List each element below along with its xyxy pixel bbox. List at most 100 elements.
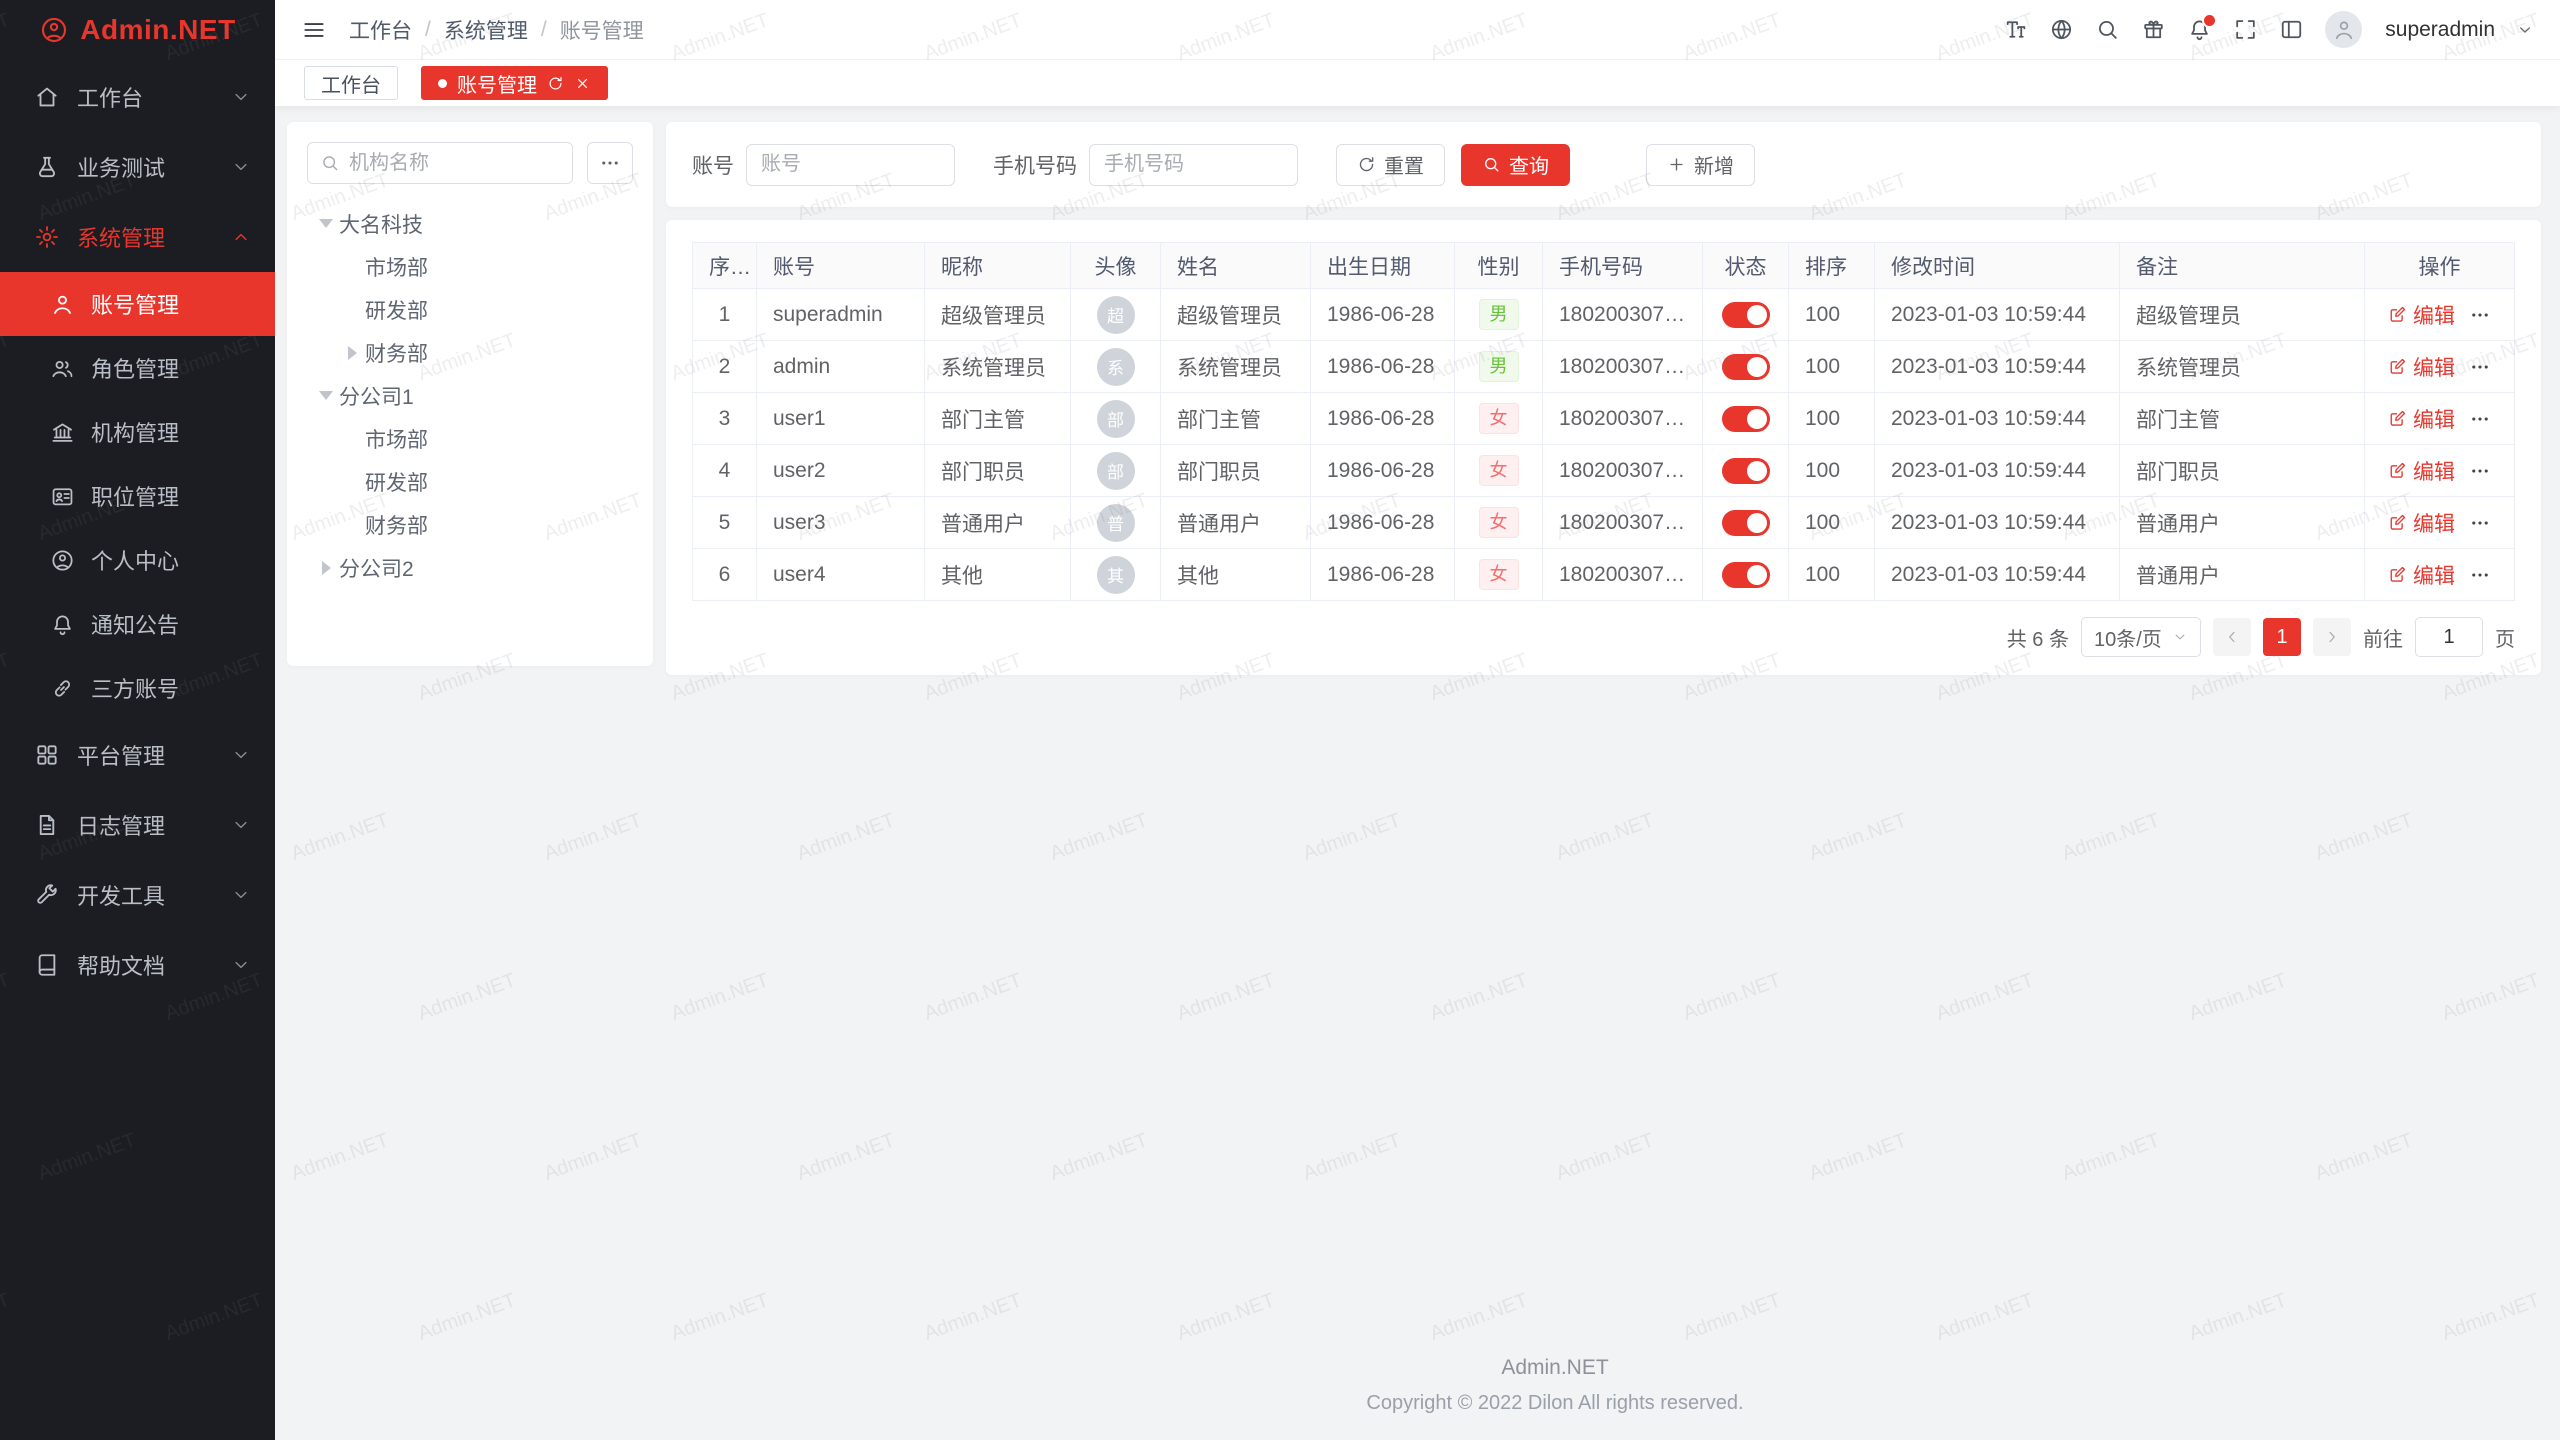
cell-status	[1703, 341, 1789, 393]
goto-label: 前往	[2363, 623, 2403, 652]
edit-button[interactable]: 编辑	[2388, 456, 2455, 486]
tree-node[interactable]: 研发部	[307, 288, 633, 331]
status-toggle[interactable]	[1722, 406, 1770, 432]
column-header: 状态	[1703, 243, 1789, 289]
more-actions-button[interactable]	[2469, 564, 2491, 586]
tree-node[interactable]: 财务部	[307, 331, 633, 374]
cell-name: 超级管理员	[1161, 289, 1311, 341]
org-search-input[interactable]	[349, 152, 560, 175]
tree-node[interactable]: 研发部	[307, 460, 633, 503]
tree-node[interactable]: 分公司1	[307, 374, 633, 417]
notification-bell-icon[interactable]	[2187, 17, 2212, 42]
status-toggle[interactable]	[1722, 510, 1770, 536]
table-row: 4user2部门职员部部门职员1986-06-28女18020030720100…	[693, 445, 2515, 497]
sidebar-item[interactable]: 日志管理	[0, 790, 275, 860]
search-button[interactable]: 查询	[1461, 144, 1570, 186]
sidebar-subitem[interactable]: 角色管理	[0, 336, 275, 400]
status-toggle[interactable]	[1722, 562, 1770, 588]
sidebar-item[interactable]: 平台管理	[0, 720, 275, 790]
add-button-label: 新增	[1694, 150, 1734, 179]
sidebar-subitem[interactable]: 通知公告	[0, 592, 275, 656]
edit-icon	[2388, 461, 2407, 480]
layout-settings-icon[interactable]	[2279, 17, 2304, 42]
tab[interactable]: 账号管理	[421, 66, 608, 100]
gear-icon	[34, 224, 60, 250]
tab[interactable]: 工作台	[304, 66, 398, 100]
add-button[interactable]: 新增	[1646, 144, 1755, 186]
cell-gender: 男	[1455, 341, 1543, 393]
caret-down-icon[interactable]	[313, 383, 339, 409]
sidebar-item[interactable]: 开发工具	[0, 860, 275, 930]
breadcrumb-item[interactable]: 工作台	[349, 15, 412, 45]
sidebar-subitem[interactable]: 机构管理	[0, 400, 275, 464]
reset-button[interactable]: 重置	[1336, 144, 1445, 186]
page-size-select[interactable]: 10条/页	[2081, 617, 2201, 657]
account-filter-input[interactable]	[746, 144, 955, 186]
goto-page-input[interactable]	[2415, 617, 2483, 657]
hamburger-menu-icon[interactable]	[301, 17, 327, 43]
tree-node[interactable]: 市场部	[307, 245, 633, 288]
refresh-icon	[1357, 155, 1376, 174]
tree-node[interactable]: 市场部	[307, 417, 633, 460]
tree-node[interactable]: 大名科技	[307, 202, 633, 245]
column-header: 修改时间	[1875, 243, 2120, 289]
more-actions-button[interactable]	[2469, 408, 2491, 430]
language-icon[interactable]	[2049, 17, 2074, 42]
cell-account: admin	[757, 341, 925, 393]
status-toggle[interactable]	[1722, 354, 1770, 380]
sidebar-subitem[interactable]: 个人中心	[0, 528, 275, 592]
tab-refresh-icon[interactable]	[547, 75, 564, 92]
sidebar-item[interactable]: 帮助文档	[0, 930, 275, 1000]
tab-label: 工作台	[321, 69, 381, 98]
sidebar-subitem[interactable]: 三方账号	[0, 656, 275, 720]
status-toggle[interactable]	[1722, 458, 1770, 484]
edit-button[interactable]: 编辑	[2388, 404, 2455, 434]
status-toggle[interactable]	[1722, 302, 1770, 328]
fullscreen-icon[interactable]	[2233, 17, 2258, 42]
user-chevron-down-icon[interactable]	[2516, 21, 2534, 39]
caret-right-icon[interactable]	[339, 340, 365, 366]
sidebar-item[interactable]: 系统管理	[0, 202, 275, 272]
sidebar-item-label: 工作台	[77, 81, 231, 113]
total-count: 共 6 条	[2007, 623, 2069, 652]
caret-right-icon[interactable]	[313, 555, 339, 581]
org-search-box	[307, 142, 573, 184]
sidebar-item[interactable]: 业务测试	[0, 132, 275, 202]
prev-page-button[interactable]	[2213, 618, 2251, 656]
phone-filter-input[interactable]	[1089, 144, 1298, 186]
tree-node[interactable]: 财务部	[307, 503, 633, 546]
account-filter-label: 账号	[692, 150, 734, 180]
column-header: 手机号码	[1543, 243, 1703, 289]
font-size-icon[interactable]	[2003, 17, 2028, 42]
caret-down-icon[interactable]	[313, 211, 339, 237]
tree-node[interactable]: 分公司2	[307, 546, 633, 589]
theme-icon[interactable]	[2141, 17, 2166, 42]
column-header: 账号	[757, 243, 925, 289]
breadcrumb-item[interactable]: 系统管理	[444, 15, 528, 45]
next-page-button[interactable]	[2313, 618, 2351, 656]
more-actions-button[interactable]	[2469, 356, 2491, 378]
more-actions-button[interactable]	[2469, 460, 2491, 482]
cell-actions: 编辑	[2365, 445, 2515, 497]
sidebar-subitem[interactable]: 账号管理	[0, 272, 275, 336]
sidebar-subitem-label: 机构管理	[91, 416, 179, 448]
page-1-button[interactable]: 1	[2263, 618, 2301, 656]
user-avatar[interactable]	[2325, 11, 2362, 48]
sidebar-item[interactable]: 工作台	[0, 62, 275, 132]
cell-phone: 18020030720	[1543, 549, 1703, 601]
edit-button[interactable]: 编辑	[2388, 508, 2455, 538]
username[interactable]: superadmin	[2385, 18, 2495, 42]
sidebar-subitem[interactable]: 职位管理	[0, 464, 275, 528]
more-actions-button[interactable]	[2469, 304, 2491, 326]
more-actions-button[interactable]	[2469, 512, 2491, 534]
content: 大名科技市场部研发部财务部分公司1市场部研发部财务部分公司2 账号 手机号码 重…	[275, 106, 2560, 1440]
edit-button[interactable]: 编辑	[2388, 300, 2455, 330]
cell-index: 3	[693, 393, 757, 445]
edit-button[interactable]: 编辑	[2388, 352, 2455, 382]
sidebar-item-label: 业务测试	[77, 151, 231, 183]
brand-logo[interactable]: Admin.NET	[0, 0, 275, 60]
global-search-icon[interactable]	[2095, 17, 2120, 42]
tree-more-button[interactable]	[587, 142, 633, 184]
tab-close-icon[interactable]	[574, 75, 591, 92]
edit-button[interactable]: 编辑	[2388, 560, 2455, 590]
